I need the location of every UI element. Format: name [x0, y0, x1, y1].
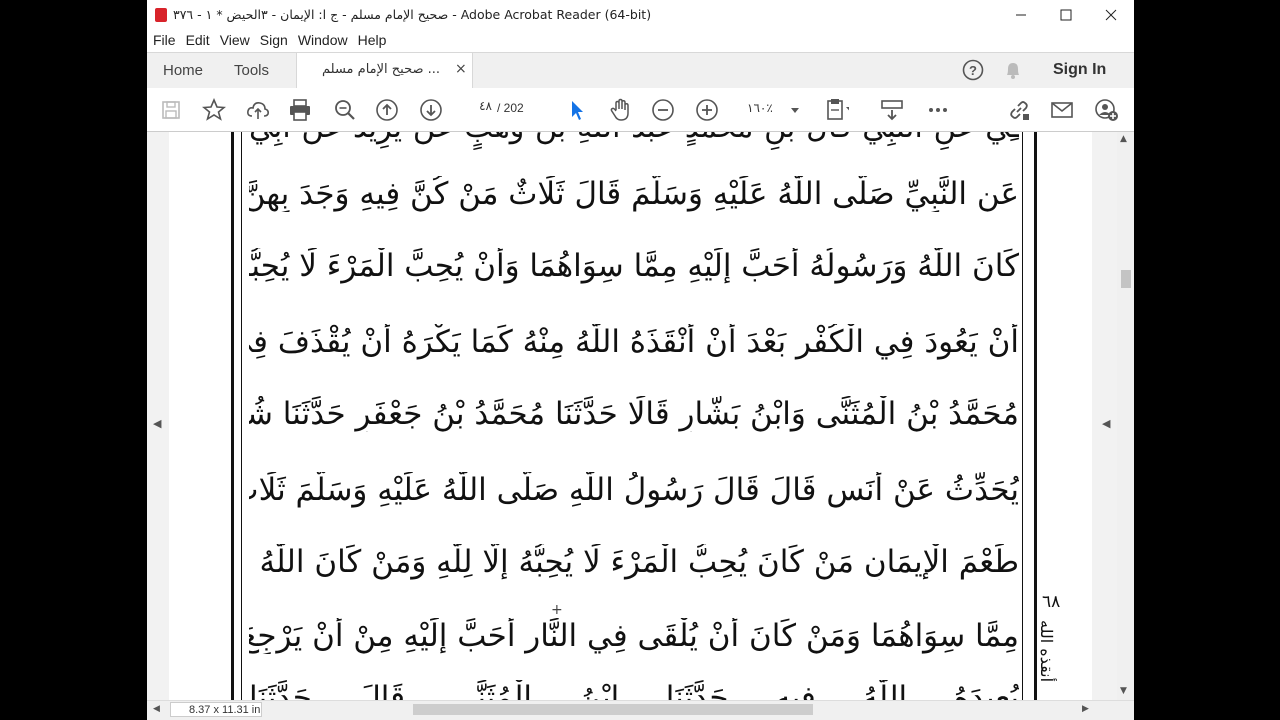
tab-document[interactable]: صحيح الإمام مسلم ... ×	[296, 53, 473, 89]
tab-home[interactable]: Home	[163, 53, 203, 88]
left-panel-toggle[interactable]: ◀	[147, 132, 167, 700]
save-icon[interactable]	[159, 98, 183, 122]
vertical-scrollbar[interactable]: ▲ ▼	[1117, 132, 1134, 700]
margin-note: أنقذه الله	[1037, 620, 1056, 683]
menu-bar: File Edit View Sign Window Help	[147, 30, 1134, 52]
page-number-input[interactable]: ٤٨	[464, 99, 492, 119]
pdf-page: ـِيِّ عَنِ النَّبِيِّ قَالَ بْنِ مُحَمَّ…	[169, 132, 1092, 700]
acrobat-app-icon	[155, 8, 167, 22]
next-page-icon[interactable]	[419, 98, 443, 122]
close-icon[interactable]	[1088, 0, 1133, 30]
menu-edit[interactable]: Edit	[181, 32, 215, 48]
print-icon[interactable]	[288, 98, 312, 122]
text-line: أَنْ يَعُودَ فِي الْكُفْرِ بَعْدَ أَنْ أ…	[249, 324, 1019, 360]
tab-bar: Home Tools صحيح الإمام مسلم ... × ? Sign…	[147, 52, 1134, 89]
zoom-in-icon[interactable]	[695, 98, 719, 122]
text-line: عَنِ النَّبِيِّ صَلَّى اللّٰهُ عَلَيْهِ …	[249, 176, 1019, 212]
zoom-out-icon[interactable]	[651, 98, 675, 122]
upload-cloud-icon[interactable]	[246, 98, 270, 122]
right-panel-toggle[interactable]: ◀	[1097, 132, 1117, 700]
menu-help[interactable]: Help	[353, 32, 392, 48]
text-line-partial: ـِيِّ عَنِ النَّبِيِّ قَالَ بْنِ مُحَمَّ…	[249, 132, 1019, 150]
document-tab-label: صحيح الإمام مسلم ...	[322, 62, 441, 77]
notification-bell-icon[interactable]	[1004, 60, 1022, 84]
add-user-icon[interactable]	[1094, 98, 1118, 122]
share-link-icon[interactable]	[1007, 98, 1031, 122]
sign-in-button[interactable]: Sign In	[1053, 61, 1106, 79]
menu-sign[interactable]: Sign	[255, 32, 293, 48]
zoom-dropdown-icon[interactable]	[783, 98, 807, 122]
help-icon[interactable]: ?	[962, 59, 984, 85]
zoom-out-search-icon[interactable]	[333, 98, 357, 122]
text-line: مِمَّا سِوَاهُمَا وَمَنْ كَانَ أَنْ يُلْ…	[249, 618, 1019, 654]
menu-window[interactable]: Window	[293, 32, 353, 48]
menu-view[interactable]: View	[215, 32, 255, 48]
bookmark-star-icon[interactable]	[202, 98, 226, 122]
vertical-scroll-thumb[interactable]	[1121, 270, 1131, 288]
acrobat-window: صحيح الإمام مسلم - ج ا: الإيمان - ٣الحيض…	[147, 0, 1134, 720]
text-line: كَانَ اللّٰهُ وَرَسُولُهُ أَحَبَّ إِلَيْ…	[249, 248, 1019, 284]
text-line: مُحَمَّدُ بْنُ الْمُثَنَّى وَابْنُ بَشَّ…	[249, 396, 1019, 432]
crosshair-cursor-icon: +	[551, 602, 563, 618]
scroll-right-icon[interactable]: ▶	[1082, 704, 1089, 714]
expand-left-panel-icon[interactable]: ◀	[153, 417, 161, 430]
text-line: يُحَدِّثُ عَنْ أَنَسٍ قَالَ قَالَ رَسُول…	[249, 472, 1019, 508]
hand-tool-icon[interactable]	[608, 98, 632, 122]
tab-tools[interactable]: Tools	[234, 53, 269, 88]
expand-right-panel-icon[interactable]: ◀	[1102, 417, 1110, 430]
maximize-icon[interactable]	[1043, 0, 1088, 30]
window-title: صحيح الإمام مسلم - ج ا: الإيمان - ٣الحيض…	[173, 7, 652, 22]
title-bar: صحيح الإمام مسلم - ج ا: الإيمان - ٣الحيض…	[147, 0, 1134, 30]
zoom-level-field[interactable]: ١٦٠٪	[747, 101, 773, 115]
horizontal-scroll-thumb[interactable]	[413, 704, 813, 715]
previous-page-icon[interactable]	[375, 98, 399, 122]
menu-file[interactable]: File	[148, 32, 181, 48]
tab-close-icon[interactable]: ×	[455, 61, 467, 77]
svg-text:?: ?	[969, 63, 977, 78]
scroll-up-icon[interactable]: ▲	[1120, 134, 1127, 144]
email-icon[interactable]	[1050, 98, 1074, 122]
page-total: / 202	[497, 101, 524, 115]
more-tools-icon[interactable]	[926, 98, 950, 122]
select-cursor-icon[interactable]	[565, 98, 589, 122]
page-size-indicator: 8.37 x 11.31 in	[170, 702, 262, 717]
scroll-down-icon[interactable]: ▼	[1120, 686, 1127, 696]
toolbar: ٤٨ / 202 ١٦٠٪	[147, 88, 1134, 132]
text-line-partial: يُعِيدَهُ اللّٰهُ فِيهِ حَدَّثَنَا ابْنُ…	[249, 680, 1019, 700]
document-viewer[interactable]: ◀ ـِيِّ عَنِ النَّبِيِّ قَالَ بْنِ مُحَم…	[147, 132, 1134, 700]
page-display-icon[interactable]	[825, 98, 849, 122]
minimize-icon[interactable]	[998, 0, 1043, 30]
scrolling-mode-icon[interactable]	[880, 98, 904, 122]
scroll-left-icon[interactable]: ◀	[153, 704, 160, 714]
text-line: طَعْمَ الْإِيمَانِ مَنْ كَانَ يُحِبُّ ال…	[249, 544, 1019, 580]
margin-number: ٦٨	[1042, 592, 1061, 612]
